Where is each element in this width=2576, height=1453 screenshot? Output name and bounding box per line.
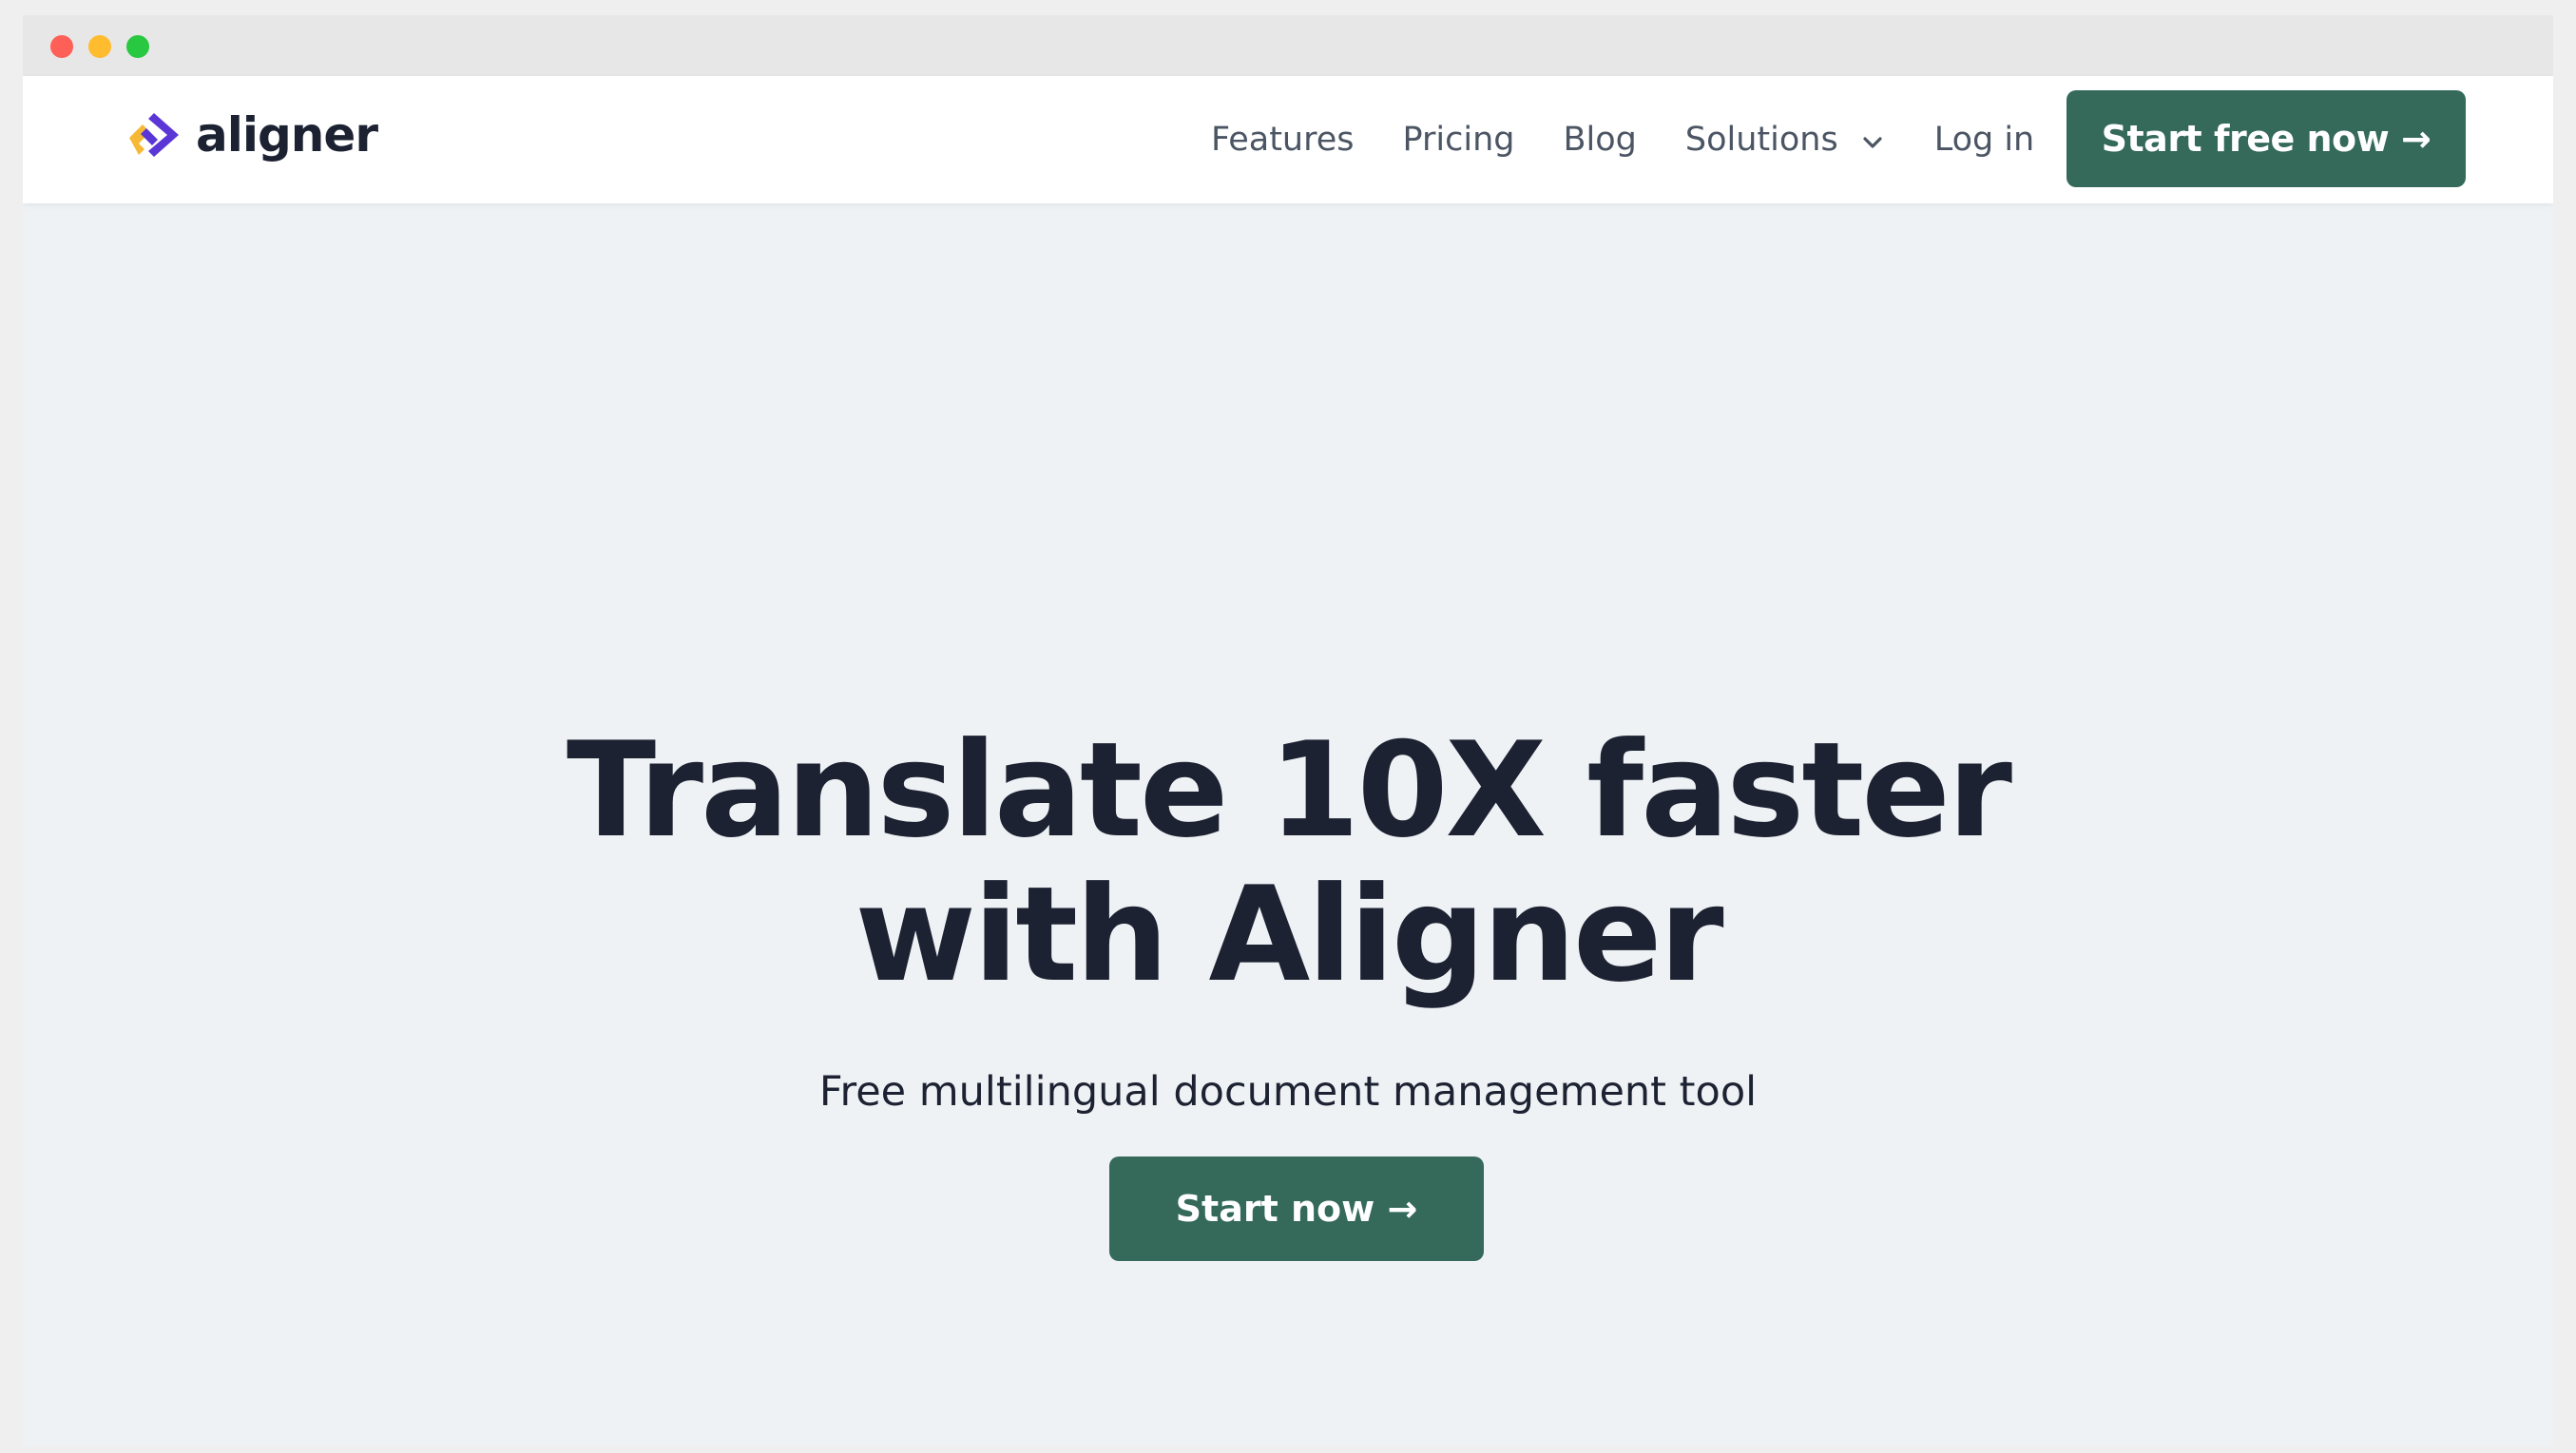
maximize-window-button[interactable] [126,35,149,58]
hero-subtitle: Free multilingual document management to… [818,1068,1758,1116]
hero-title: Translate 10X faster with Aligner [23,718,2553,1007]
nav-link-pricing[interactable]: Pricing [1403,121,1515,159]
minimize-window-button[interactable] [88,35,111,58]
start-now-button[interactable]: Start now → [1109,1157,1484,1261]
browser-window: aligner Features Pricing Blog Solutions … [23,15,2553,1446]
nav-links: Features Pricing Blog Solutions Log in [1211,76,2083,203]
aligner-logo-icon [129,113,179,157]
chevron-down-icon [1863,137,1882,148]
top-navbar: aligner Features Pricing Blog Solutions … [23,76,2553,203]
nav-link-login[interactable]: Log in [1934,121,2035,159]
nav-link-solutions-label: Solutions [1684,121,1838,159]
nav-link-blog[interactable]: Blog [1563,121,1636,159]
logo-text: aligner [196,107,378,163]
hero-title-line-2: with Aligner [855,858,1723,1011]
logo-link[interactable]: aligner [125,106,378,163]
start-free-now-button[interactable]: Start free now → [2067,90,2466,187]
nav-link-solutions[interactable]: Solutions [1685,121,1886,159]
nav-link-features[interactable]: Features [1211,121,1355,159]
window-titlebar [23,15,2553,76]
close-window-button[interactable] [50,35,73,58]
hero-title-line-1: Translate 10X faster [567,714,2012,867]
